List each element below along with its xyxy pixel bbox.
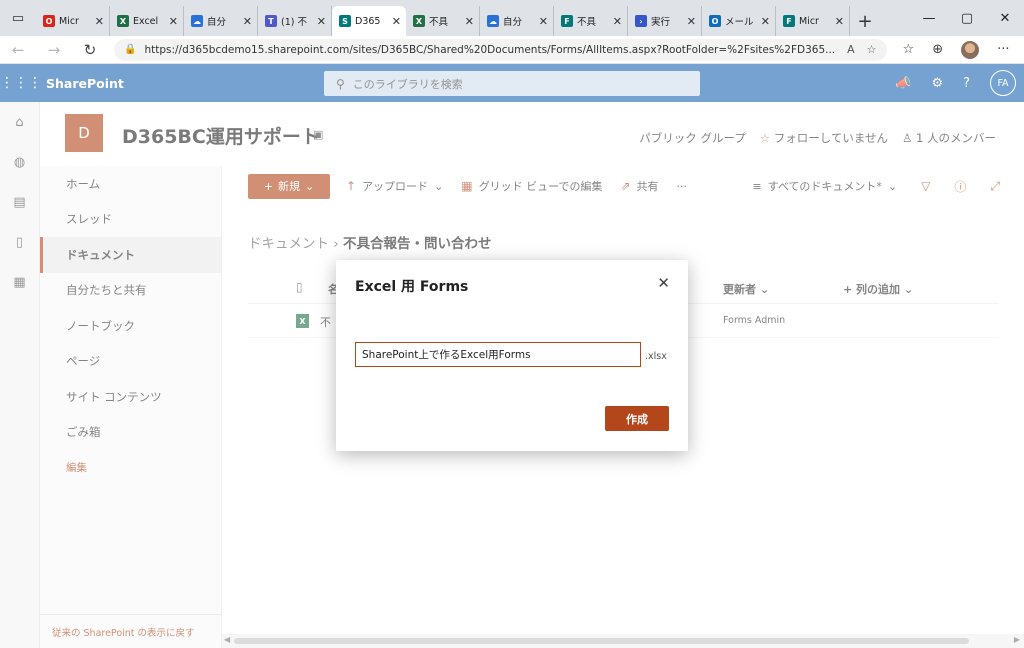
browser-tab[interactable]: S D365 ✕ bbox=[332, 6, 406, 36]
tab-close-icon[interactable]: ✕ bbox=[95, 15, 104, 28]
close-window-icon[interactable]: ✕ bbox=[986, 11, 1024, 26]
tab-close-icon[interactable]: ✕ bbox=[392, 15, 401, 28]
tab-close-icon[interactable]: ✕ bbox=[687, 15, 696, 28]
browser-tab[interactable]: O Micr ✕ bbox=[36, 6, 110, 36]
tab-title: 自分 bbox=[503, 17, 523, 28]
read-aloud-icon[interactable]: A bbox=[847, 43, 855, 56]
tab-close-icon[interactable]: ✕ bbox=[835, 15, 844, 28]
back-icon[interactable]: ← bbox=[0, 41, 36, 59]
tab-favicon-icon: O bbox=[709, 15, 721, 27]
tab-favicon-icon: F bbox=[783, 15, 795, 27]
lock-icon: 🔒 bbox=[124, 44, 137, 55]
collections-icon[interactable]: ⊕ bbox=[932, 42, 943, 57]
new-tab-button[interactable]: + bbox=[850, 6, 880, 36]
tab-title: Micr bbox=[59, 15, 79, 27]
tab-title: メール bbox=[725, 17, 754, 28]
tab-close-icon[interactable]: ✕ bbox=[317, 15, 326, 28]
address-bar: ← → ↻ 🔒 https://d365bcdemo15.sharepoint.… bbox=[0, 36, 1024, 64]
browser-tab[interactable]: ☁ 自分 ✕ bbox=[480, 6, 554, 36]
tab-title: 自分 bbox=[207, 17, 227, 28]
tab-close-icon[interactable]: ✕ bbox=[465, 15, 474, 28]
tab-favicon-icon: S bbox=[339, 15, 351, 27]
tab-title: D365 bbox=[355, 15, 381, 27]
tab-title: Micr bbox=[799, 15, 819, 27]
tab-bar: ▭ O Micr ✕ X Excel ✕ ☁ 自分 ✕ T (1) 不 ✕ S D365 ✕ X 不具 ✕ ☁ 自分 ✕… bbox=[0, 0, 1024, 36]
tab-title: (1) 不 bbox=[281, 17, 307, 28]
tab-close-icon[interactable]: ✕ bbox=[613, 15, 622, 28]
tab-actions-icon[interactable]: ▭ bbox=[0, 0, 36, 36]
tab-close-icon[interactable]: ✕ bbox=[761, 15, 770, 28]
file-extension: .xlsx bbox=[645, 351, 667, 362]
browser-window: ▭ O Micr ✕ X Excel ✕ ☁ 自分 ✕ T (1) 不 ✕ S D365 ✕ X 不具 ✕ ☁ 自分 ✕… bbox=[0, 0, 1024, 648]
refresh-icon[interactable]: ↻ bbox=[72, 41, 108, 59]
file-name-input[interactable] bbox=[355, 342, 641, 367]
maximize-icon[interactable]: ▢ bbox=[948, 11, 986, 26]
favorite-icon[interactable]: ☆ bbox=[867, 43, 877, 56]
close-icon[interactable]: ✕ bbox=[657, 274, 670, 292]
tab-favicon-icon: F bbox=[561, 15, 573, 27]
tab-title: Excel bbox=[133, 15, 159, 27]
browser-tab[interactable]: X 不具 ✕ bbox=[406, 6, 480, 36]
tab-favicon-icon: X bbox=[117, 15, 129, 27]
tab-favicon-icon: › bbox=[635, 15, 647, 27]
forward-icon[interactable]: → bbox=[36, 41, 72, 59]
more-icon[interactable]: ··· bbox=[997, 42, 1009, 57]
create-button[interactable]: 作成 bbox=[605, 406, 669, 431]
tab-close-icon[interactable]: ✕ bbox=[539, 15, 548, 28]
tab-favicon-icon: X bbox=[413, 15, 425, 27]
browser-tab[interactable]: › 実行 ✕ bbox=[628, 6, 702, 36]
tab-close-icon[interactable]: ✕ bbox=[169, 15, 178, 28]
tab-title: 不具 bbox=[577, 17, 597, 28]
browser-tab[interactable]: X Excel ✕ bbox=[110, 6, 184, 36]
excel-forms-dialog: Excel 用 Forms ✕ .xlsx 作成 bbox=[336, 260, 688, 451]
tab-favicon-icon: O bbox=[43, 15, 55, 27]
profile-avatar[interactable] bbox=[961, 40, 980, 59]
tab-favicon-icon: ☁ bbox=[191, 15, 203, 27]
url-text: https://d365bcdemo15.sharepoint.com/site… bbox=[144, 43, 836, 56]
browser-tab[interactable]: T (1) 不 ✕ bbox=[258, 6, 332, 36]
minimize-icon[interactable]: — bbox=[910, 11, 948, 26]
dialog-title: Excel 用 Forms bbox=[355, 279, 469, 295]
tab-title: 不具 bbox=[429, 17, 449, 28]
browser-tab[interactable]: ☁ 自分 ✕ bbox=[184, 6, 258, 36]
url-field[interactable]: 🔒 https://d365bcdemo15.sharepoint.com/si… bbox=[114, 38, 887, 61]
browser-tab[interactable]: F 不具 ✕ bbox=[554, 6, 628, 36]
tab-title: 実行 bbox=[651, 17, 671, 28]
browser-tab[interactable]: F Micr ✕ bbox=[776, 6, 850, 36]
tab-favicon-icon: ☁ bbox=[487, 15, 499, 27]
tab-close-icon[interactable]: ✕ bbox=[243, 15, 252, 28]
browser-tab[interactable]: O メール ✕ bbox=[702, 6, 776, 36]
tab-favicon-icon: T bbox=[265, 15, 277, 27]
favorites-icon[interactable]: ☆ bbox=[903, 42, 915, 57]
